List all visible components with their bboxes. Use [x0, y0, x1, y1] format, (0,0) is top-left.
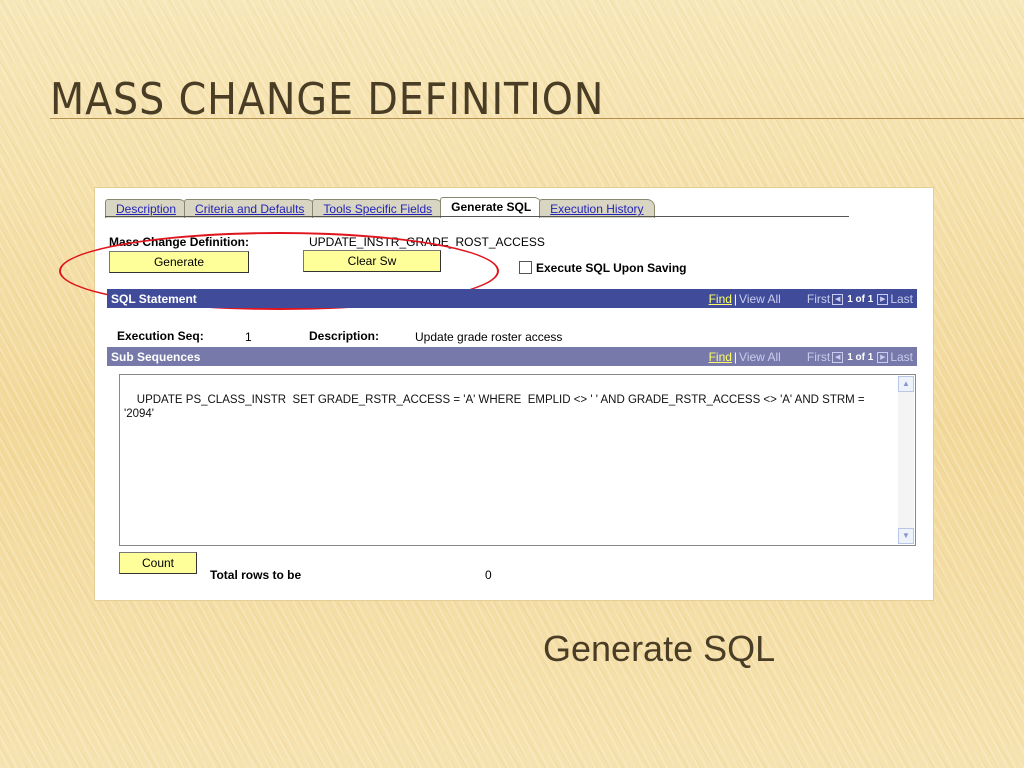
last-label: Last	[890, 292, 913, 306]
peoplesoft-screenshot: Description Criteria and Defaults Tools …	[59, 187, 934, 601]
tab-generate-sql[interactable]: Generate SQL	[440, 197, 543, 218]
last-label: Last	[890, 350, 913, 364]
count-button[interactable]: Count	[119, 552, 197, 574]
previous-arrow-icon[interactable]: ◀	[832, 351, 844, 363]
next-arrow-icon[interactable]: ▶	[877, 293, 889, 305]
sql-textarea[interactable]: UPDATE PS_CLASS_INSTR SET GRADE_RSTR_ACC…	[119, 374, 916, 546]
execute-sql-label: Execute SQL Upon Saving	[536, 261, 687, 275]
scroll-up-icon[interactable]: ▲	[898, 376, 914, 392]
view-all-link[interactable]: View All	[739, 350, 781, 364]
sql-scrollbar[interactable]: ▲ ▼	[898, 376, 914, 544]
sub-sequences-bar: Sub Sequences Find | View All First ◀ 1 …	[107, 347, 917, 366]
execute-sql-checkbox[interactable]	[519, 261, 532, 274]
total-rows-label: Total rows to be	[210, 568, 302, 582]
sql-statement-nav: Find | View All First ◀ 1 of 1 ▶ Last	[709, 292, 913, 306]
execution-seq-value: 1	[245, 330, 252, 344]
find-link[interactable]: Find	[709, 292, 732, 306]
sub-sequences-title: Sub Sequences	[111, 350, 201, 364]
nav-separator: |	[733, 292, 738, 306]
next-arrow-icon[interactable]: ▶	[877, 351, 889, 363]
mass-change-value: UPDATE_INSTR_GRADE_ROST_ACCESS	[309, 235, 545, 249]
find-link[interactable]: Find	[709, 350, 732, 364]
first-label: First	[806, 350, 831, 364]
first-label: First	[806, 292, 831, 306]
execution-seq-label: Execution Seq:	[117, 329, 204, 343]
sub-sequences-nav: Find | View All First ◀ 1 of 1 ▶ Last	[709, 350, 913, 364]
generate-button[interactable]: Generate	[109, 251, 249, 273]
clear-sw-button[interactable]: Clear Sw	[303, 250, 441, 272]
view-all-link[interactable]: View All	[739, 292, 781, 306]
previous-arrow-icon[interactable]: ◀	[832, 293, 844, 305]
row-range: 1 of 1	[847, 293, 874, 305]
slide-caption: Generate SQL	[543, 628, 776, 669]
title-rule	[50, 118, 1024, 119]
description-label: Description:	[309, 329, 380, 343]
mass-change-label: Mass Change Definition:	[109, 235, 250, 249]
tab-underline	[105, 216, 849, 217]
description-value: Update grade roster access	[415, 330, 563, 344]
tab-bar: Description Criteria and Defaults Tools …	[105, 197, 655, 218]
row-range: 1 of 1	[847, 351, 874, 363]
sql-text: UPDATE PS_CLASS_INSTR SET GRADE_RSTR_ACC…	[124, 394, 868, 420]
sql-statement-title: SQL Statement	[111, 292, 197, 306]
sql-statement-bar: SQL Statement Find | View All First ◀ 1 …	[107, 289, 917, 308]
total-rows-value: 0	[485, 568, 492, 582]
nav-separator: |	[733, 350, 738, 364]
scroll-down-icon[interactable]: ▼	[898, 528, 914, 544]
